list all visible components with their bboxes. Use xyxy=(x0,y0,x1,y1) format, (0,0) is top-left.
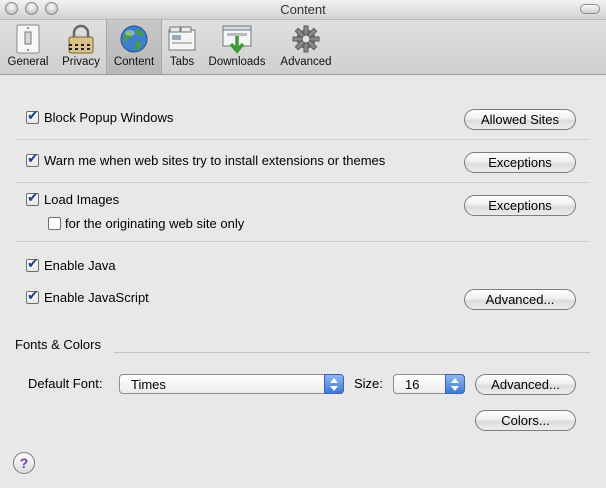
tab-general[interactable]: General xyxy=(2,20,54,74)
tab-tabs-label: Tabs xyxy=(169,56,195,68)
downloads-icon xyxy=(222,25,252,54)
fonts-colors-divider xyxy=(114,352,590,353)
size-label: Size: xyxy=(354,376,383,391)
font-size-select[interactable]: 16 xyxy=(393,374,465,394)
tabs-icon xyxy=(168,26,196,51)
allowed-sites-button[interactable]: Allowed Sites xyxy=(464,109,576,130)
originating-site-only-checkbox[interactable] xyxy=(48,217,61,230)
enable-java-checkbox[interactable] xyxy=(26,256,39,272)
extensions-exceptions-button[interactable]: Exceptions xyxy=(464,152,576,173)
warn-extensions-checkbox[interactable] xyxy=(26,151,39,167)
images-exceptions-button[interactable]: Exceptions xyxy=(464,195,576,216)
fonts-advanced-button[interactable]: Advanced... xyxy=(475,374,576,395)
tab-general-label: General xyxy=(7,56,49,68)
tab-downloads[interactable]: Downloads xyxy=(204,20,270,74)
colors-button[interactable]: Colors... xyxy=(475,410,576,431)
tab-privacy-label: Privacy xyxy=(62,56,100,68)
light-switch-icon xyxy=(16,24,40,54)
tab-advanced-label: Advanced xyxy=(280,56,332,68)
preferences-window: Content General Privacy Content Tabs Dow… xyxy=(0,0,606,488)
default-font-label: Default Font: xyxy=(28,376,103,391)
enable-java-label: Enable Java xyxy=(44,258,116,273)
default-font-value: Times xyxy=(131,377,166,392)
load-images-label: Load Images xyxy=(44,192,120,207)
originating-site-only-label: for the originating web site only xyxy=(65,216,245,231)
block-popups-checkbox[interactable] xyxy=(26,108,39,124)
divider xyxy=(16,139,590,140)
tab-privacy[interactable]: Privacy xyxy=(58,20,104,74)
fonts-colors-heading: Fonts & Colors xyxy=(15,337,101,352)
default-font-select[interactable]: Times xyxy=(119,374,344,394)
padlock-icon xyxy=(68,24,94,54)
tab-content[interactable]: Content xyxy=(106,20,162,74)
help-button[interactable]: ? xyxy=(13,452,35,474)
load-images-checkbox[interactable] xyxy=(26,190,39,206)
enable-javascript-label: Enable JavaScript xyxy=(44,290,149,305)
javascript-advanced-button[interactable]: Advanced... xyxy=(464,289,576,310)
tab-content-label: Content xyxy=(113,56,155,68)
tab-downloads-label: Downloads xyxy=(208,56,266,68)
tab-advanced[interactable]: Advanced xyxy=(276,20,336,74)
popup-arrows-icon xyxy=(445,374,465,394)
tab-tabs[interactable]: Tabs xyxy=(164,20,200,74)
popup-arrows-icon xyxy=(324,374,344,394)
divider xyxy=(16,241,590,242)
window-title: Content xyxy=(280,2,326,17)
preferences-toolbar: General Privacy Content Tabs Downloads A… xyxy=(0,20,606,75)
toolbar-toggle-button[interactable] xyxy=(580,4,600,14)
globe-icon xyxy=(120,25,148,53)
gear-icon xyxy=(292,25,320,53)
block-popups-label: Block Popup Windows xyxy=(44,110,174,125)
font-size-value: 16 xyxy=(405,377,420,392)
divider xyxy=(16,182,590,183)
warn-extensions-label: Warn me when web sites try to install ex… xyxy=(44,153,386,168)
enable-javascript-checkbox[interactable] xyxy=(26,288,39,304)
title-bar: Content xyxy=(0,0,606,20)
